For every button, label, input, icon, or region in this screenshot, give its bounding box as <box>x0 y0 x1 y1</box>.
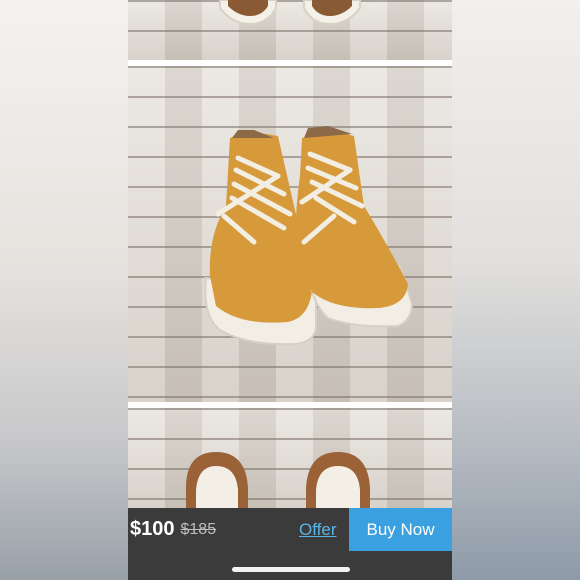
home-indicator[interactable] <box>232 567 350 572</box>
shoe-photo-bottom[interactable] <box>128 408 452 508</box>
shoe-photo-main[interactable] <box>128 66 452 402</box>
original-price: $185 <box>180 520 217 538</box>
shoe-pair-illustration-main <box>204 126 414 346</box>
purchase-bar: $100 $185 Offer Buy Now <box>128 508 452 551</box>
offer-link[interactable]: Offer <box>299 520 336 540</box>
blurred-background-left <box>0 0 128 580</box>
shoe-soles-illustration <box>186 452 370 508</box>
shoe-photo-top[interactable] <box>128 0 452 60</box>
shoe-pair-illustration-top <box>219 0 361 26</box>
listing-screen: $100 $185 Offer Buy Now <box>128 0 452 580</box>
bottom-footer <box>128 551 452 580</box>
price: $100 <box>130 518 175 540</box>
buy-now-button[interactable]: Buy Now <box>349 508 452 551</box>
blurred-background-right <box>452 0 580 580</box>
